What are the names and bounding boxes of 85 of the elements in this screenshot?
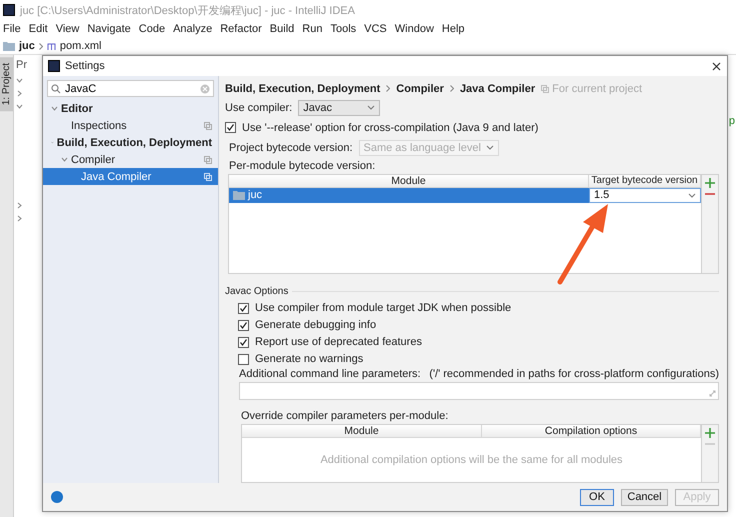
parameters-input[interactable]	[239, 382, 719, 400]
tree-item[interactable]: Inspections	[43, 117, 218, 134]
column-header: Module	[242, 425, 482, 438]
menu-item[interactable]: Navigate	[87, 23, 131, 35]
caret-icon	[688, 192, 696, 198]
tree-item[interactable]: Editor	[43, 100, 218, 117]
caret-icon	[486, 145, 494, 150]
page-breadcrumb: Build, Execution, Deployment	[225, 82, 380, 95]
checkbox[interactable]	[225, 122, 236, 134]
menu-item[interactable]: Tools	[330, 23, 356, 35]
empty-message: Additional compilation options will be the same for all modules	[320, 454, 623, 466]
app-icon	[3, 4, 15, 16]
expand-icon[interactable]	[709, 390, 716, 398]
maven-file-icon	[46, 42, 56, 50]
tree-item[interactable]: Java Compiler	[43, 168, 218, 185]
window-title: juc [C:\Users\Administrator\Desktop\开发编程\juc] - juc - IntelliJ IDEA	[20, 4, 355, 18]
dialog-title: Settings	[65, 60, 106, 72]
folder-icon	[3, 41, 15, 51]
menu-item[interactable]: Help	[442, 23, 465, 35]
breadcrumb-item[interactable]: juc	[19, 40, 35, 52]
menu-item[interactable]: Build	[270, 23, 294, 35]
folder-icon	[233, 190, 245, 200]
chevron-down-icon[interactable]	[16, 77, 23, 84]
menu-item[interactable]: Run	[302, 23, 322, 35]
copy-icon	[204, 172, 212, 180]
field-label: Project bytecode version:	[229, 142, 353, 154]
add-icon[interactable]	[705, 428, 715, 438]
copy-icon	[541, 84, 550, 93]
field-label: Use compiler:	[225, 102, 292, 114]
menu-item[interactable]: Edit	[28, 23, 48, 35]
caret-icon	[367, 105, 376, 110]
separator-icon	[450, 85, 454, 92]
column-header: Module	[229, 174, 589, 187]
checkbox[interactable]	[238, 336, 249, 348]
dialog-button[interactable]: Cancel	[621, 488, 668, 506]
chevron-down-icon[interactable]	[16, 103, 23, 110]
copy-icon	[204, 156, 212, 164]
editor-text: p	[728, 115, 735, 128]
tree-item[interactable]: Build, Execution, Deployment	[43, 134, 218, 151]
version-input[interactable]: 1.5	[589, 188, 701, 203]
module-name: juc	[248, 189, 262, 202]
copy-icon	[204, 122, 212, 130]
checkbox[interactable]	[238, 302, 249, 314]
search-icon	[51, 84, 61, 94]
breadcrumb-item[interactable]: pom.xml	[60, 40, 102, 52]
dialog-button[interactable]: OK	[580, 488, 614, 506]
checkbox-label: Report use of deprecated features	[255, 336, 422, 348]
section-label: Override compiler parameters per-module:	[241, 410, 448, 422]
add-icon[interactable]	[705, 178, 715, 188]
menu-item[interactable]: VCS	[364, 23, 387, 35]
table-row[interactable]: juc 1.5	[229, 188, 701, 203]
group-title: Javac Options	[225, 286, 288, 297]
menu-item[interactable]: Refactor	[220, 23, 262, 35]
close-icon[interactable]	[712, 62, 721, 70]
page-breadcrumb: Compiler	[396, 82, 444, 95]
chevron-down-icon[interactable]	[61, 156, 68, 163]
section-label: Per-module bytecode version:	[229, 160, 376, 172]
help-icon[interactable]	[51, 491, 63, 503]
chevron-right-icon[interactable]	[16, 90, 23, 97]
checkbox[interactable]	[238, 354, 249, 365]
menu-item[interactable]: Code	[138, 23, 166, 35]
search-input[interactable]: JavaC	[65, 82, 196, 94]
compiler-dropdown[interactable]: Javac	[298, 100, 380, 116]
separator-icon	[38, 42, 43, 50]
checkbox[interactable]	[238, 320, 249, 331]
checkbox-label: Use '--release' option for cross-compilation (Java 9 and later)	[242, 122, 538, 134]
page-breadcrumb: Java Compiler	[460, 82, 536, 95]
search-field[interactable]: JavaC	[47, 80, 214, 97]
remove-icon[interactable]	[705, 192, 715, 196]
separator-icon	[386, 85, 390, 92]
menu-item[interactable]: Analyze	[173, 23, 212, 35]
scope-note: For current project	[552, 82, 642, 95]
project-tool-tab[interactable]: 1: Project	[0, 57, 13, 112]
hint-text: ('/' recommended in paths for cross-platform configurations)	[429, 368, 719, 380]
menu-item[interactable]: View	[56, 23, 80, 35]
checkbox-label: Generate no warnings	[255, 353, 364, 366]
menu-item[interactable]: File	[3, 23, 21, 35]
app-icon	[48, 60, 60, 72]
checkbox-label: Generate debugging info	[255, 319, 376, 332]
checkbox-label: Use compiler from module target JDK when possible	[255, 302, 512, 314]
panel-title: Pr	[16, 59, 28, 71]
chevron-down-icon[interactable]	[51, 105, 58, 112]
menu-item[interactable]: Window	[394, 23, 434, 35]
field-label: Additional command line parameters:	[239, 368, 422, 380]
tree-item[interactable]: Compiler	[43, 151, 218, 168]
